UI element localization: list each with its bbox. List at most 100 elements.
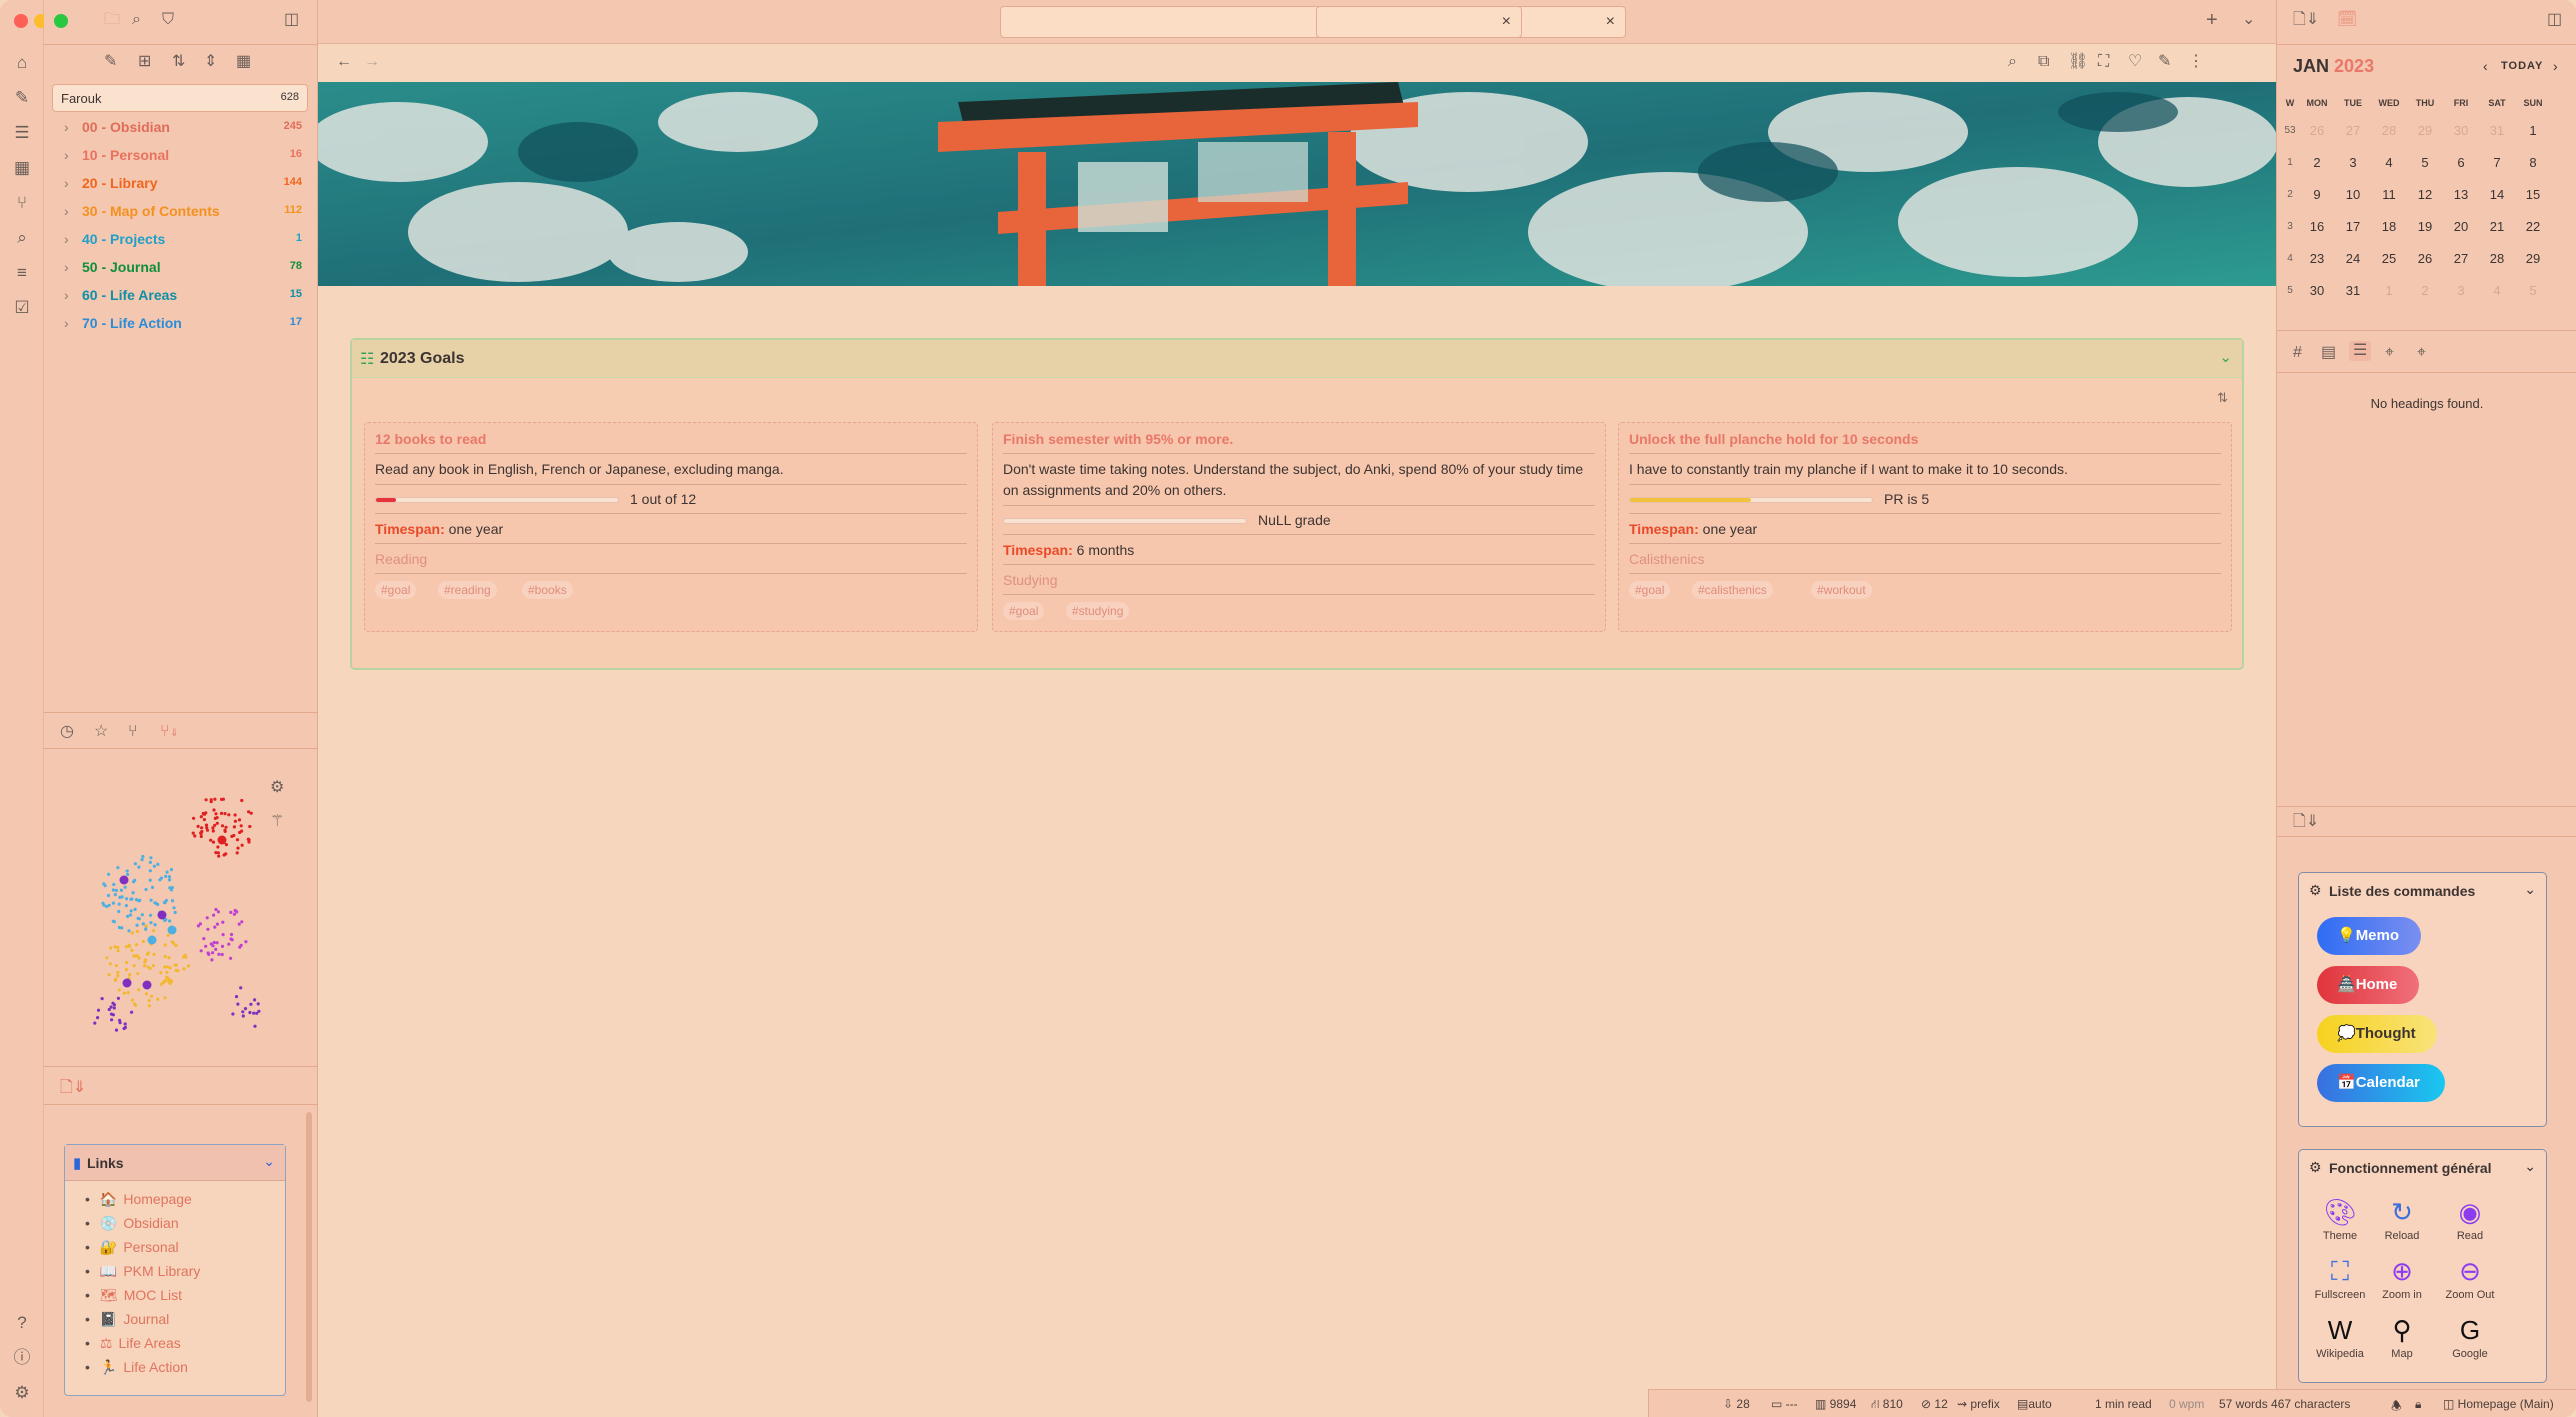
- calendar-day[interactable]: 15: [2515, 178, 2551, 210]
- calendar-day[interactable]: 20: [2443, 210, 2479, 242]
- help-icon[interactable]: ?: [11, 1312, 33, 1334]
- status-dashes[interactable]: ▭ ---: [1771, 1397, 1798, 1411]
- calendar-check-icon[interactable]: ☑: [11, 297, 33, 319]
- chevron-down-icon[interactable]: ⌄: [263, 1153, 275, 1170]
- calendar-day[interactable]: 30: [2443, 114, 2479, 146]
- calendar-day[interactable]: 31: [2335, 274, 2371, 306]
- calendar-day[interactable]: 22: [2515, 210, 2551, 242]
- map-button[interactable]: ⚲ Map: [2367, 1312, 2437, 1360]
- search-icon[interactable]: ⌕: [11, 227, 33, 249]
- goal-title[interactable]: Finish semester with 95% or more.: [1003, 431, 1233, 447]
- recent-icon[interactable]: ◷: [60, 722, 74, 742]
- graph-icon[interactable]: ⑂: [11, 192, 33, 214]
- calendar-day[interactable]: 29: [2515, 242, 2551, 274]
- chevron-down-icon[interactable]: ⌄: [2242, 10, 2255, 30]
- link-item[interactable]: • 📖 PKM Library: [85, 1263, 200, 1280]
- star-icon[interactable]: ☆: [94, 722, 108, 742]
- lock-icon[interactable]: 🔒︎: [2415, 1397, 2421, 1412]
- close-icon[interactable]: ×: [1606, 13, 1615, 31]
- stack-icon[interactable]: ≡: [11, 262, 33, 284]
- status-characters[interactable]: ▥ 9894: [1815, 1397, 1856, 1411]
- grid-icon[interactable]: ▦: [236, 52, 251, 72]
- link-item[interactable]: • ⚖ Life Areas: [85, 1335, 181, 1352]
- folder-item[interactable]: › 70 - Life Action 17: [56, 312, 306, 336]
- calendar-day[interactable]: 26: [2299, 114, 2335, 146]
- calendar-day[interactable]: 4: [2479, 274, 2515, 306]
- calendar-day[interactable]: 19: [2407, 210, 2443, 242]
- magic-wand-icon[interactable]: ⚚: [270, 812, 284, 832]
- collapse-icon[interactable]: ⇕: [204, 52, 217, 72]
- heart-icon[interactable]: ♡: [2128, 52, 2142, 72]
- next-month-icon[interactable]: ›: [2553, 58, 2558, 74]
- calendar-day[interactable]: 27: [2443, 242, 2479, 274]
- links-header[interactable]: ▮ Links ⌄: [65, 1145, 285, 1181]
- calendar-day[interactable]: 11: [2371, 178, 2407, 210]
- folder-item[interactable]: › 30 - Map of Contents 112: [56, 200, 306, 224]
- graph-icon[interactable]: ⑂: [128, 722, 138, 742]
- status-auto[interactable]: ▤auto: [2017, 1397, 2052, 1411]
- calendar-day[interactable]: 6: [2443, 146, 2479, 178]
- link-item[interactable]: • 🏠 Homepage: [85, 1191, 192, 1208]
- folder-item[interactable]: › 50 - Journal 78: [56, 256, 306, 280]
- folder-icon[interactable]: 🗀: [104, 10, 120, 30]
- calendar-day[interactable]: 28: [2479, 242, 2515, 274]
- chevron-down-icon[interactable]: ⌄: [2219, 348, 2232, 366]
- goal-tag[interactable]: #reading: [438, 581, 497, 599]
- close-window-button[interactable]: [14, 14, 28, 28]
- tab-2[interactable]: ×: [1316, 6, 1522, 38]
- goal-tag[interactable]: #calisthenics: [1692, 581, 1773, 599]
- calendar-day[interactable]: 26: [2407, 242, 2443, 274]
- today-button[interactable]: TODAY: [2501, 60, 2543, 72]
- link-icon[interactable]: ⛓: [2068, 52, 2088, 72]
- command-thought-button[interactable]: 💭Thought: [2317, 1015, 2437, 1053]
- database-icon[interactable]: ☰: [11, 122, 33, 144]
- calendar-day[interactable]: 18: [2371, 210, 2407, 242]
- settings-icon[interactable]: ⚙: [11, 1382, 33, 1404]
- goal-title[interactable]: Unlock the full planche hold for 10 seco…: [1629, 431, 1918, 447]
- calendar-day[interactable]: 28: [2371, 114, 2407, 146]
- goal-tag[interactable]: #books: [522, 581, 573, 599]
- calendar-day[interactable]: 10: [2335, 178, 2371, 210]
- calendar-day[interactable]: 23: [2299, 242, 2335, 274]
- link-item[interactable]: • 📓 Journal: [85, 1311, 169, 1328]
- file-icon[interactable]: 🗋⇓: [2293, 10, 2319, 30]
- new-note-icon[interactable]: ✎: [104, 52, 117, 72]
- sort-icon[interactable]: ⇅: [2217, 390, 2228, 406]
- goal-tag[interactable]: #workout: [1811, 581, 1872, 599]
- link-item[interactable]: • 🔐 Personal: [85, 1239, 179, 1256]
- forward-icon[interactable]: →: [364, 52, 380, 72]
- new-folder-icon[interactable]: ⊞: [138, 52, 151, 72]
- calendar-day[interactable]: 24: [2335, 242, 2371, 274]
- copy-icon[interactable]: ⧉: [2038, 52, 2049, 72]
- bell-icon[interactable]: 🕭: [2391, 1397, 2402, 1417]
- wikipedia-button[interactable]: W Wikipedia: [2305, 1312, 2375, 1360]
- tag-icon[interactable]: #: [2293, 343, 2302, 363]
- command-calendar-button[interactable]: 📅Calendar: [2317, 1064, 2445, 1102]
- search-icon[interactable]: ⌕: [132, 10, 141, 30]
- folder-item[interactable]: › 40 - Projects 1: [56, 228, 306, 252]
- calendar-day[interactable]: 30: [2299, 274, 2335, 306]
- calendar-day[interactable]: 31: [2479, 114, 2515, 146]
- google-button[interactable]: G Google: [2435, 1312, 2505, 1360]
- calendar-day[interactable]: 16: [2299, 210, 2335, 242]
- table-icon[interactable]: ▤: [2321, 343, 2336, 363]
- bookmark-icon[interactable]: ⛉: [162, 10, 174, 30]
- status-prefix[interactable]: ⇝ prefix: [1957, 1397, 2000, 1411]
- question-icon[interactable]: ⓘ: [11, 1347, 33, 1369]
- file-icon[interactable]: 🗋⇓: [2293, 812, 2319, 832]
- calendar-day[interactable]: 3: [2443, 274, 2479, 306]
- expand-icon[interactable]: ⛶: [2098, 52, 2109, 72]
- goal-title[interactable]: 12 books to read: [375, 431, 486, 447]
- goal-tag[interactable]: #studying: [1066, 602, 1130, 620]
- calendar-day[interactable]: 3: [2335, 146, 2371, 178]
- command-memo-button[interactable]: 💡Memo: [2317, 917, 2421, 955]
- goal-tag[interactable]: #goal: [1003, 602, 1045, 620]
- prev-month-icon[interactable]: ‹: [2483, 58, 2488, 74]
- layout-icon[interactable]: ▦: [11, 157, 33, 179]
- calendar-day[interactable]: 14: [2479, 178, 2515, 210]
- calendar-day[interactable]: 9: [2299, 178, 2335, 210]
- calendar-day[interactable]: 12: [2407, 178, 2443, 210]
- calendar-day[interactable]: 4: [2371, 146, 2407, 178]
- goal-tag[interactable]: #goal: [375, 581, 417, 599]
- folder-item[interactable]: › 00 - Obsidian 245: [56, 116, 306, 140]
